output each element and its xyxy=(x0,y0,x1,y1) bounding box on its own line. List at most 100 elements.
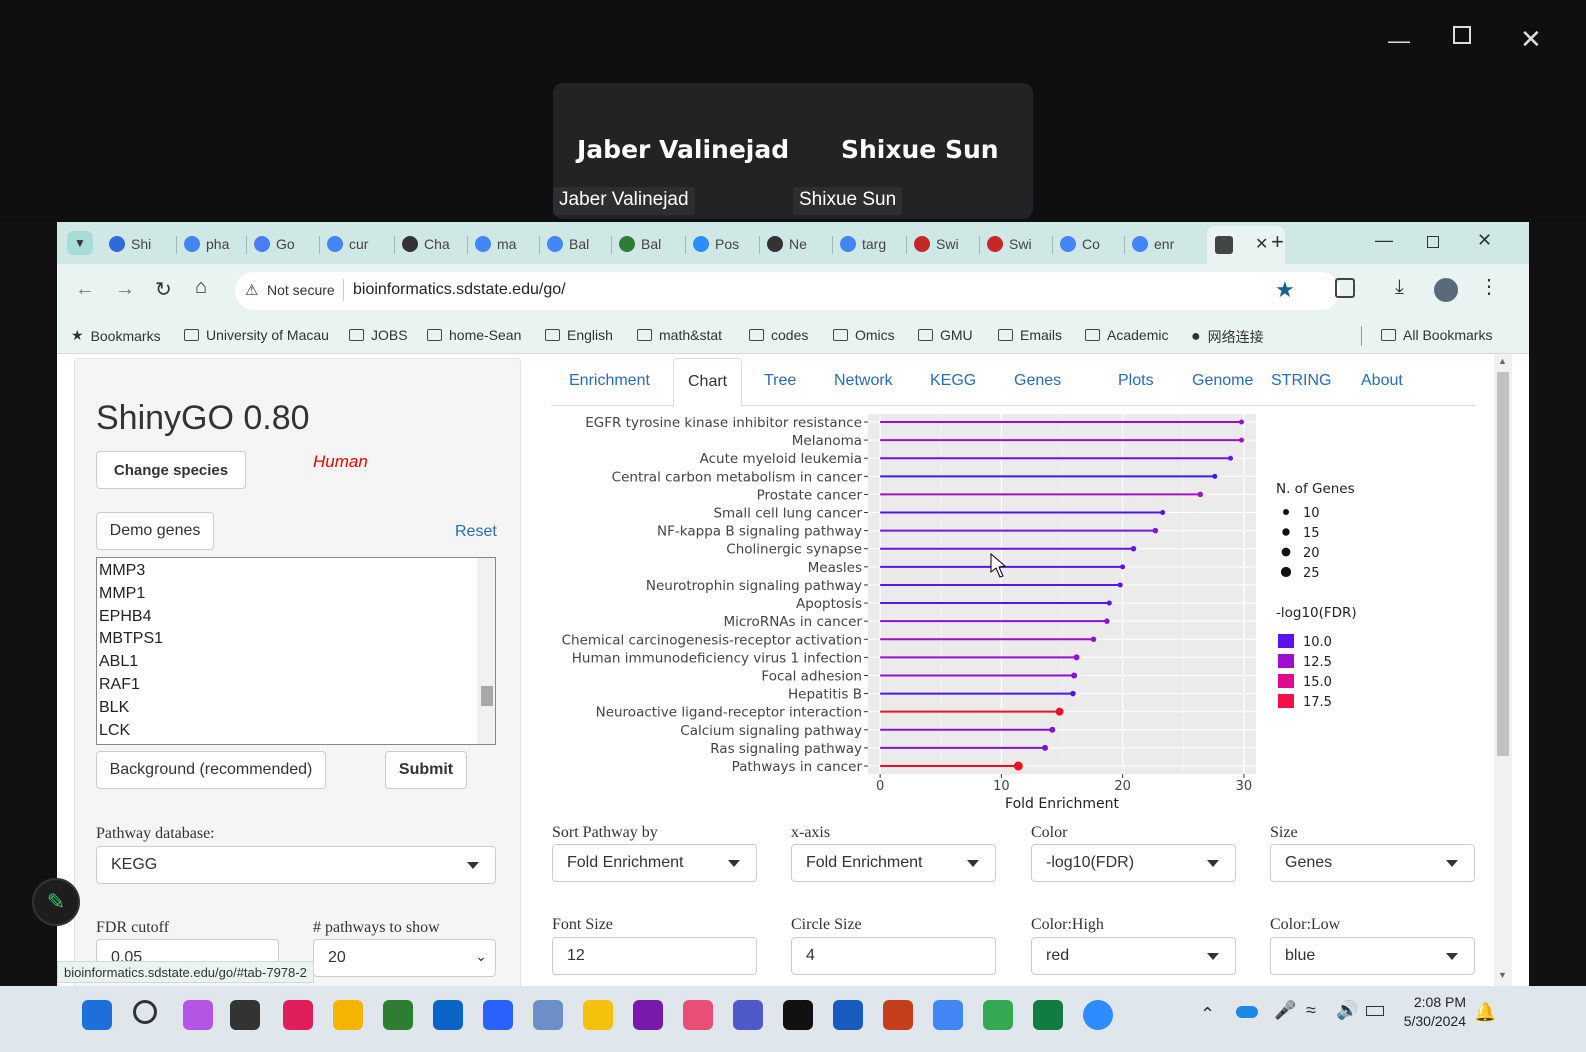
microphone-icon[interactable]: 🎤 xyxy=(1274,1000,1296,1021)
onenote-icon[interactable] xyxy=(633,1000,663,1030)
sticky-notes-icon[interactable] xyxy=(583,1000,613,1030)
browser-tab[interactable]: targ xyxy=(840,231,886,257)
tab-enrichment[interactable]: Enrichment xyxy=(569,372,650,390)
scroll-thumb[interactable] xyxy=(481,686,493,706)
bookmark-item[interactable]: math&stat xyxy=(637,327,722,343)
bookmark-item[interactable]: ● 网络连接 xyxy=(1191,327,1264,347)
sort-select[interactable]: Fold Enrichment xyxy=(552,844,757,882)
browser-tab[interactable]: Bal xyxy=(547,231,589,257)
star-icon[interactable]: ★ xyxy=(1275,277,1295,303)
chrome-icon[interactable] xyxy=(933,1000,963,1030)
xaxis-select[interactable]: Fold Enrichment xyxy=(791,844,996,882)
bookmark-item[interactable]: Omics xyxy=(833,327,895,343)
forward-icon[interactable]: → xyxy=(115,278,135,301)
bookmark-item[interactable]: ★ Bookmarks xyxy=(71,327,161,344)
tab-search-icon[interactable]: ▼ xyxy=(67,231,93,255)
search-icon[interactable] xyxy=(133,1000,157,1024)
browser-tab[interactable]: Swi xyxy=(914,231,959,257)
size-select[interactable]: Genes xyxy=(1270,844,1475,882)
new-tab-icon[interactable]: + xyxy=(1271,229,1284,255)
menu-icon[interactable]: ⋮ xyxy=(1479,274,1499,299)
r-icon[interactable] xyxy=(533,1000,563,1030)
font-input[interactable]: 12 xyxy=(552,937,757,975)
gene-list-textarea[interactable]: MMP3 MMP1 EPHB4 MBTPS1 ABL1 RAF1 BLK LCK xyxy=(96,557,496,745)
browser-tab[interactable]: Go xyxy=(254,231,295,257)
teams-icon[interactable] xyxy=(733,1000,763,1030)
tab-genes[interactable]: Genes xyxy=(1014,372,1061,390)
change-species-button[interactable]: Change species xyxy=(96,451,246,489)
outlook-icon[interactable] xyxy=(433,1000,463,1030)
excel-icon[interactable] xyxy=(1033,1000,1063,1030)
browser-icon[interactable] xyxy=(383,1000,413,1030)
submit-button[interactable]: Submit xyxy=(385,751,467,789)
copilot-icon[interactable] xyxy=(183,1000,213,1030)
webex-icon[interactable] xyxy=(783,1000,813,1030)
network-tool-icon[interactable] xyxy=(483,1000,513,1030)
tab-about[interactable]: About xyxy=(1361,372,1403,390)
back-icon[interactable]: ← xyxy=(75,278,95,301)
reload-icon[interactable]: ↻ xyxy=(155,277,172,302)
onedrive-icon[interactable] xyxy=(1236,1006,1258,1018)
browser-tab[interactable]: Bal xyxy=(619,231,661,257)
low-select[interactable]: blue xyxy=(1270,937,1475,975)
demo-genes-button[interactable]: Demo genes xyxy=(96,512,214,550)
background-button[interactable]: Background (recommended) xyxy=(96,751,326,789)
pathway-db-select[interactable]: KEGG xyxy=(96,846,496,884)
high-select[interactable]: red xyxy=(1031,937,1236,975)
circle-input[interactable]: 4 xyxy=(791,937,996,975)
page-scroll-thumb[interactable] xyxy=(1497,372,1509,756)
chrome-profile-icon[interactable] xyxy=(983,1000,1013,1030)
bell-icon[interactable]: 🔔 xyxy=(1474,1002,1496,1023)
browser-tab[interactable]: enr xyxy=(1132,231,1174,257)
bookmark-item[interactable]: English xyxy=(545,327,613,343)
bookmark-item[interactable]: University of Macau xyxy=(184,327,329,343)
tab-kegg[interactable]: KEGG xyxy=(930,372,976,390)
browser-tab[interactable]: Ne xyxy=(767,231,807,257)
browser-tab[interactable]: Shi xyxy=(109,231,151,257)
browser-tab[interactable]: ma xyxy=(475,231,516,257)
annotate-pen-icon[interactable]: ✎ xyxy=(32,878,80,926)
battery-icon[interactable] xyxy=(1366,1006,1384,1016)
bookmark-item[interactable]: GMU xyxy=(918,327,973,343)
scroll-up-icon[interactable]: ▲ xyxy=(1498,356,1507,366)
restore-icon[interactable] xyxy=(1427,236,1439,248)
task-view-icon[interactable] xyxy=(230,1000,260,1030)
browser-tab[interactable]: pha xyxy=(184,231,229,257)
minimize-icon[interactable]: — xyxy=(1375,230,1393,251)
bookmark-item[interactable]: Emails xyxy=(998,327,1062,343)
bookmark-item[interactable]: JOBS xyxy=(349,327,408,343)
file-explorer-icon[interactable] xyxy=(333,1000,363,1030)
browser-tab[interactable]: Swi xyxy=(987,231,1032,257)
color-select[interactable]: -log10(FDR) xyxy=(1031,844,1236,882)
zoom-icon[interactable] xyxy=(1083,1000,1113,1030)
close-window-icon[interactable]: ✕ xyxy=(1477,230,1492,251)
windows-start-icon[interactable] xyxy=(82,1000,112,1030)
bookmark-item[interactable]: codes xyxy=(749,327,808,343)
download-icon[interactable]: ⤓ xyxy=(1395,276,1404,299)
browser-tab[interactable]: Cha xyxy=(402,231,450,257)
wifi-icon[interactable]: ≈ xyxy=(1306,1000,1316,1021)
browser-tab[interactable]: Co xyxy=(1060,231,1100,257)
close-icon[interactable]: ✕ xyxy=(1520,24,1542,55)
volume-icon[interactable]: 🔊 xyxy=(1336,1000,1358,1021)
close-tab-icon[interactable]: ✕ xyxy=(1255,234,1268,254)
clock[interactable]: 2:08 PM 5/30/2024 xyxy=(1396,994,1466,1029)
page-scrollbar[interactable]: ▲ ▼ xyxy=(1494,354,1512,986)
slack-icon[interactable] xyxy=(283,1000,313,1030)
maximize-icon[interactable] xyxy=(1453,26,1471,44)
textarea-scrollbar[interactable] xyxy=(477,558,495,744)
tab-string[interactable]: STRING xyxy=(1271,372,1331,390)
scroll-down-icon[interactable]: ▼ xyxy=(1498,970,1507,980)
powerpoint-icon[interactable] xyxy=(883,1000,913,1030)
app-icon[interactable] xyxy=(683,1000,713,1030)
chevron-up-icon[interactable]: ⌃ xyxy=(1200,1004,1215,1025)
reset-link[interactable]: Reset xyxy=(455,523,497,541)
bookmark-item[interactable]: home-Sean xyxy=(427,327,521,343)
browser-tab[interactable]: Pos xyxy=(693,231,739,257)
minimize-icon[interactable]: — xyxy=(1388,28,1410,54)
word-icon[interactable] xyxy=(833,1000,863,1030)
home-icon[interactable]: ⌂ xyxy=(195,276,207,299)
tab-plots[interactable]: Plots xyxy=(1118,372,1154,390)
browser-tab[interactable]: cur xyxy=(327,231,368,257)
avatar[interactable] xyxy=(1434,278,1458,302)
